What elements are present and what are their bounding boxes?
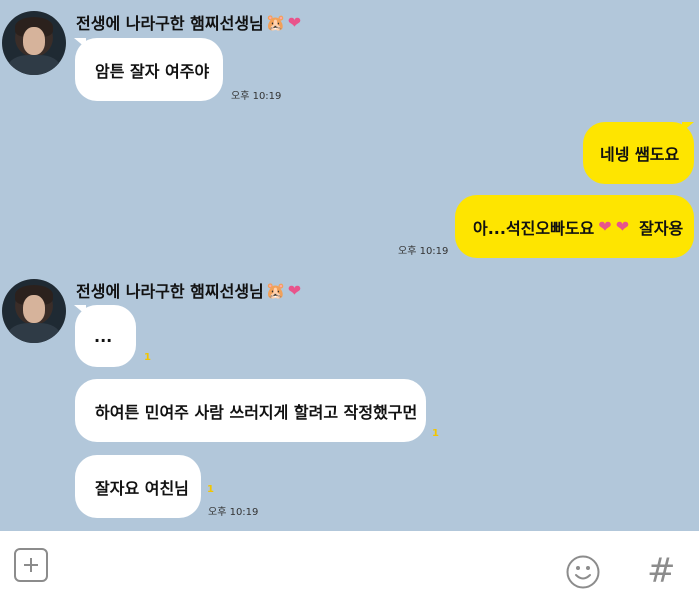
- sender-name-text: 전생에 나라구한 햄찌선생님: [76, 14, 264, 33]
- unread-count: 1: [432, 428, 439, 439]
- hamster-emoji: 🐹: [265, 12, 286, 32]
- unread-count: 1: [144, 352, 151, 363]
- chat-area: 전생에 나라구한 햄찌선생님 🐹 ❤ 암튼 잘자 여주야 오후 10:19 네넹…: [0, 0, 699, 531]
- sender-name: 전생에 나라구한 햄찌선생님 🐹 ❤: [76, 278, 301, 302]
- sender-name: 전생에 나라구한 햄찌선생님 🐹 ❤: [76, 10, 301, 34]
- message-text: 잘자용: [639, 218, 684, 238]
- message-time: 오후 10:19: [398, 246, 449, 257]
- sender-name-text: 전생에 나라구한 햄찌선생님: [76, 282, 264, 301]
- message-text: 아...석진오빠도요: [473, 218, 595, 238]
- message-bubble[interactable]: 암튼 잘자 여주야: [75, 38, 223, 101]
- smiley-icon[interactable]: [566, 555, 600, 589]
- unread-count: 1: [207, 484, 214, 495]
- heart-emoji: ❤: [598, 217, 612, 236]
- hamster-emoji: 🐹: [265, 280, 286, 300]
- sender-avatar[interactable]: [2, 279, 66, 343]
- message-time: 오후 10:19: [208, 507, 259, 518]
- heart-emoji: ❤: [615, 217, 630, 236]
- hash-search-button[interactable]: #: [647, 551, 676, 591]
- heart-emoji: ❤: [287, 12, 302, 32]
- message-bubble[interactable]: 잘자요 여친님: [75, 455, 201, 518]
- plus-icon[interactable]: [14, 548, 48, 582]
- message-time: 오후 10:19: [231, 91, 282, 102]
- message-bubble[interactable]: 네넹 쌤도요: [583, 122, 694, 184]
- message-bubble[interactable]: 하여튼 민여주 사람 쓰러지게 할려고 작정했구먼: [75, 379, 426, 442]
- message-bubble[interactable]: ...: [75, 305, 136, 367]
- message-bubble[interactable]: 아...석진오빠도요 ❤ ❤ 잘자용: [455, 195, 694, 258]
- sender-avatar[interactable]: [2, 11, 66, 75]
- heart-emoji: ❤: [287, 280, 302, 300]
